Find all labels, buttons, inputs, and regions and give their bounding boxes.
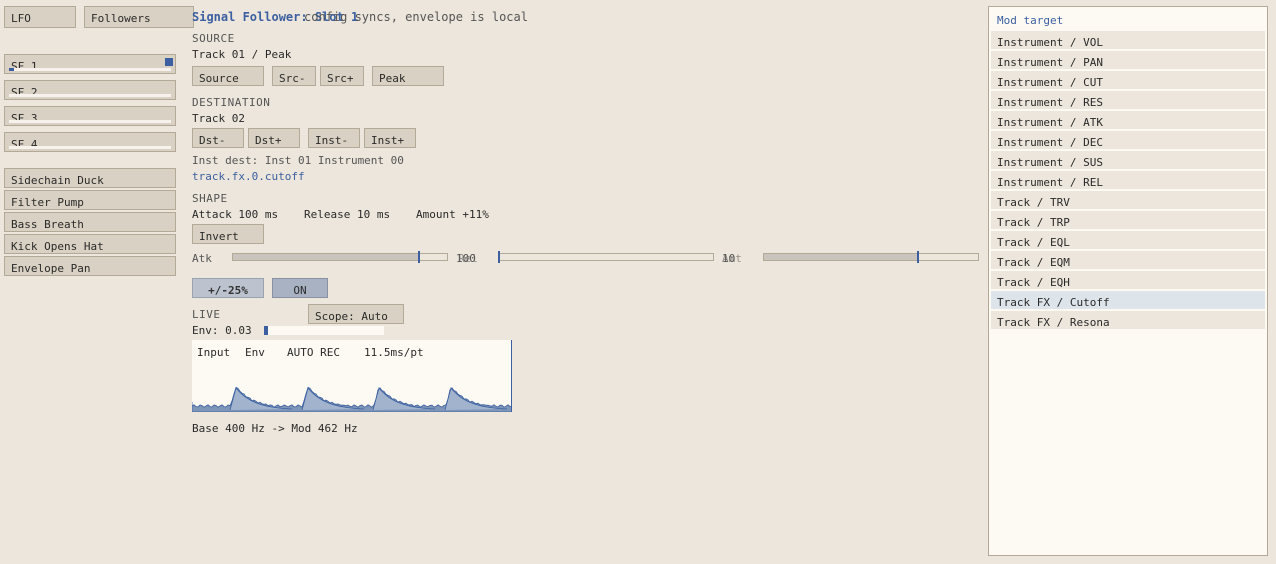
live-section-label: LIVE — [192, 308, 221, 321]
lfo-tab[interactable]: LFO — [4, 6, 76, 28]
source-button[interactable]: Source — [192, 66, 264, 86]
inst-dest-text: Inst dest: Inst 01 Instrument 00 — [192, 154, 404, 167]
attack-readout: Attack 100 ms — [192, 208, 279, 221]
inst-next-button[interactable]: Inst+ — [364, 128, 416, 148]
preset-kick-opens-hat[interactable]: Kick Opens Hat — [4, 234, 176, 254]
slot-label: SF 1 — [11, 60, 38, 73]
dst-next-button[interactable]: Dst+ — [248, 128, 300, 148]
env-readout: Env: 0.03 — [192, 324, 252, 337]
source-next-button[interactable]: Src+ — [320, 66, 364, 86]
mod-target-item[interactable]: Instrument / SUS — [991, 151, 1265, 170]
slot-level-track — [9, 68, 171, 71]
env-meter — [264, 326, 384, 335]
attack-slider[interactable] — [232, 251, 448, 263]
rel-label: Rel — [458, 252, 478, 265]
source-mode-button[interactable]: Peak — [372, 66, 444, 86]
shape-section-label: SHAPE — [192, 192, 228, 205]
preset-envelope-pan[interactable]: Envelope Pan — [4, 256, 176, 276]
amount-readout: Amount +11% — [416, 208, 489, 221]
dst-prev-button[interactable]: Dst- — [192, 128, 244, 148]
source-value: Track 01 / Peak — [192, 48, 292, 61]
range-button[interactable]: +/-25% — [192, 278, 264, 298]
mod-target-item[interactable]: Instrument / REL — [991, 171, 1265, 190]
attack-slider-fill — [233, 254, 420, 260]
destination-section-label: DESTINATION — [192, 96, 271, 109]
amount-slider-thumb[interactable] — [917, 251, 920, 263]
slot-level-track — [9, 94, 171, 97]
on-button[interactable]: ON — [272, 278, 328, 298]
mod-target-item[interactable]: Instrument / ATK — [991, 111, 1265, 130]
slot-active-indicator — [165, 58, 173, 66]
mod-target-item[interactable]: Instrument / PAN — [991, 51, 1265, 70]
source-section-label: SOURCE — [192, 32, 235, 45]
preset-filter-pump[interactable]: Filter Pump — [4, 190, 176, 210]
env-meter-fill — [264, 326, 268, 335]
scope-mode-button[interactable]: Scope: Auto — [308, 304, 404, 324]
preset-sidechain-duck[interactable]: Sidechain Duck — [4, 168, 176, 188]
attack-slider-thumb[interactable] — [418, 251, 421, 263]
mod-target-item[interactable]: Track / TRP — [991, 211, 1265, 230]
atk-label: Atk — [192, 252, 212, 265]
mod-target-heading: Mod target — [997, 14, 1064, 27]
amount-slider-fill — [764, 254, 919, 260]
destination-path: track.fx.0.cutoff — [192, 170, 305, 183]
mod-target-item[interactable]: Track FX / Resona — [991, 311, 1265, 330]
preset-bass-breath[interactable]: Bass Breath — [4, 212, 176, 232]
mod-target-item[interactable]: Instrument / VOL — [991, 31, 1265, 50]
slot-level-track — [9, 120, 171, 123]
release-readout: Release 10 ms — [304, 208, 391, 221]
slot-sf4[interactable]: SF 4 — [4, 132, 176, 152]
slot-label: SF 3 — [11, 112, 38, 125]
mod-target-item[interactable]: Track FX / Cutoff — [991, 291, 1265, 310]
slot-sf3[interactable]: SF 3 — [4, 106, 176, 126]
page-subtitle: config syncs, envelope is local — [304, 10, 528, 24]
invert-button[interactable]: Invert — [192, 224, 264, 244]
mod-target-item[interactable]: Instrument / DEC — [991, 131, 1265, 150]
slot-sf1[interactable]: SF 1 — [4, 54, 176, 74]
mod-target-item[interactable]: Instrument / RES — [991, 91, 1265, 110]
mod-target-item[interactable]: Track / EQL — [991, 231, 1265, 250]
slot-level-fill — [9, 68, 14, 71]
release-slider-thumb[interactable] — [498, 251, 500, 263]
scope-waveform — [192, 386, 511, 412]
slot-label: SF 4 — [11, 138, 38, 151]
source-prev-button[interactable]: Src- — [272, 66, 316, 86]
mod-target-panel: Mod target Instrument / VOL Instrument / … — [988, 6, 1268, 556]
release-slider[interactable] — [498, 251, 714, 263]
followers-tab[interactable]: Followers — [84, 6, 194, 28]
slot-level-track — [9, 146, 171, 149]
mod-target-item[interactable]: Track / EQM — [991, 251, 1265, 270]
amount-slider[interactable] — [763, 251, 979, 263]
base-mod-readout: Base 400 Hz -> Mod 462 Hz — [192, 422, 358, 435]
mod-target-item[interactable]: Track / TRV — [991, 191, 1265, 210]
slot-label: SF 2 — [11, 86, 38, 99]
scope-display: Input Env AUTO REC 11.5ms/pt — [192, 340, 512, 412]
mod-target-item[interactable]: Instrument / CUT — [991, 71, 1265, 90]
amt-label: Amt — [722, 252, 742, 265]
mod-target-item[interactable]: Track / EQH — [991, 271, 1265, 290]
slot-sf2[interactable]: SF 2 — [4, 80, 176, 100]
destination-value: Track 02 — [192, 112, 245, 125]
inst-prev-button[interactable]: Inst- — [308, 128, 360, 148]
